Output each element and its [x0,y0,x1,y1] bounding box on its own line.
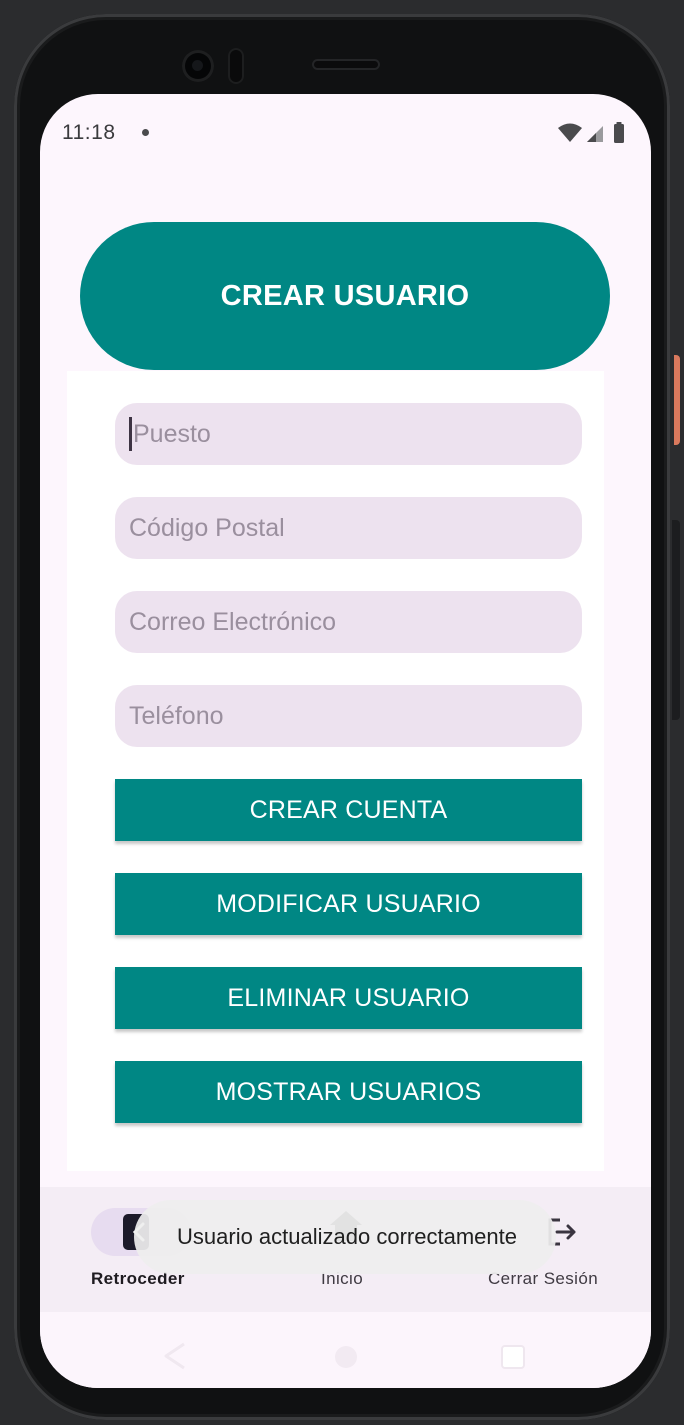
toast-text: Usuario actualizado correctamente [177,1224,517,1249]
modificar-usuario-button[interactable]: MODIFICAR USUARIO [115,873,582,935]
crear-usuario-header: CREAR USUARIO [80,222,610,370]
user-form-card: Puesto Código Postal Correo Electrónico … [67,371,604,1171]
eliminar-usuario-button[interactable]: ELIMINAR USUARIO [115,967,582,1029]
telefono-field[interactable]: Teléfono [115,685,582,747]
app-screen: 11:18 CREAR USUARIO Puesto Código Postal… [40,94,651,1388]
text-cursor [129,417,132,451]
status-time: 11:18 [62,121,116,144]
battery-icon [614,124,624,143]
puesto-placeholder: Puesto [133,419,211,448]
status-bar: 11:18 [40,94,651,172]
power-button [674,355,680,445]
wifi-icon [558,123,582,142]
status-icons [558,122,624,143]
crear-cuenta-button[interactable]: CREAR CUENTA [115,779,582,841]
system-back-icon[interactable] [162,1342,188,1370]
correo-placeholder: Correo Electrónico [129,607,337,636]
mostrar-usuarios-button[interactable]: MOSTRAR USUARIOS [115,1061,582,1123]
system-home-icon[interactable] [332,1343,360,1371]
system-navigation-bar [40,1312,651,1388]
toast-message: Usuario actualizado correctamente [134,1200,556,1274]
volume-button [672,520,680,720]
codigo-postal-placeholder: Código Postal [129,513,285,542]
proximity-sensor [228,48,244,84]
front-camera [182,50,214,82]
codigo-postal-field[interactable]: Código Postal [115,497,582,559]
correo-field[interactable]: Correo Electrónico [115,591,582,653]
system-recents-icon[interactable] [500,1344,526,1370]
notification-dot-icon [142,129,149,136]
telefono-placeholder: Teléfono [129,701,224,730]
earpiece-speaker [312,59,380,70]
puesto-field[interactable]: Puesto [115,403,582,465]
